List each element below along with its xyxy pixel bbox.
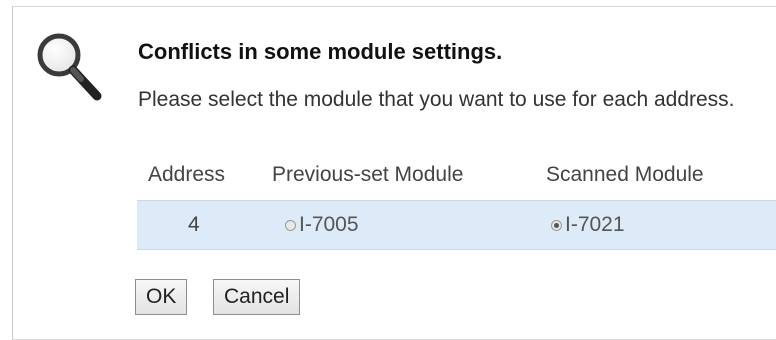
scanned-module-option[interactable]: I-7021 <box>551 213 625 237</box>
previous-module-option[interactable]: I-7005 <box>285 213 359 237</box>
scanned-module-label: I-7021 <box>565 213 625 236</box>
cancel-button[interactable]: Cancel <box>213 279 301 315</box>
conflict-dialog: Conflicts in some module settings. Pleas… <box>12 6 776 340</box>
dialog-title: Conflicts in some module settings. <box>138 39 503 64</box>
column-header-address: Address <box>148 163 226 186</box>
address-cell: 4 <box>188 213 200 236</box>
scanned-module-radio[interactable] <box>551 219 562 231</box>
dialog-message: Please select the module that you want t… <box>138 88 735 111</box>
previous-module-label: I-7005 <box>299 213 359 236</box>
table-row: 4 I-7005 I-7021 <box>137 200 776 250</box>
column-header-scanned-module: Scanned Module <box>546 163 704 186</box>
magnifier-icon <box>31 25 117 111</box>
previous-module-radio[interactable] <box>285 219 296 231</box>
ok-button[interactable]: OK <box>135 279 188 315</box>
column-header-previous-module: Previous-set Module <box>272 163 464 186</box>
